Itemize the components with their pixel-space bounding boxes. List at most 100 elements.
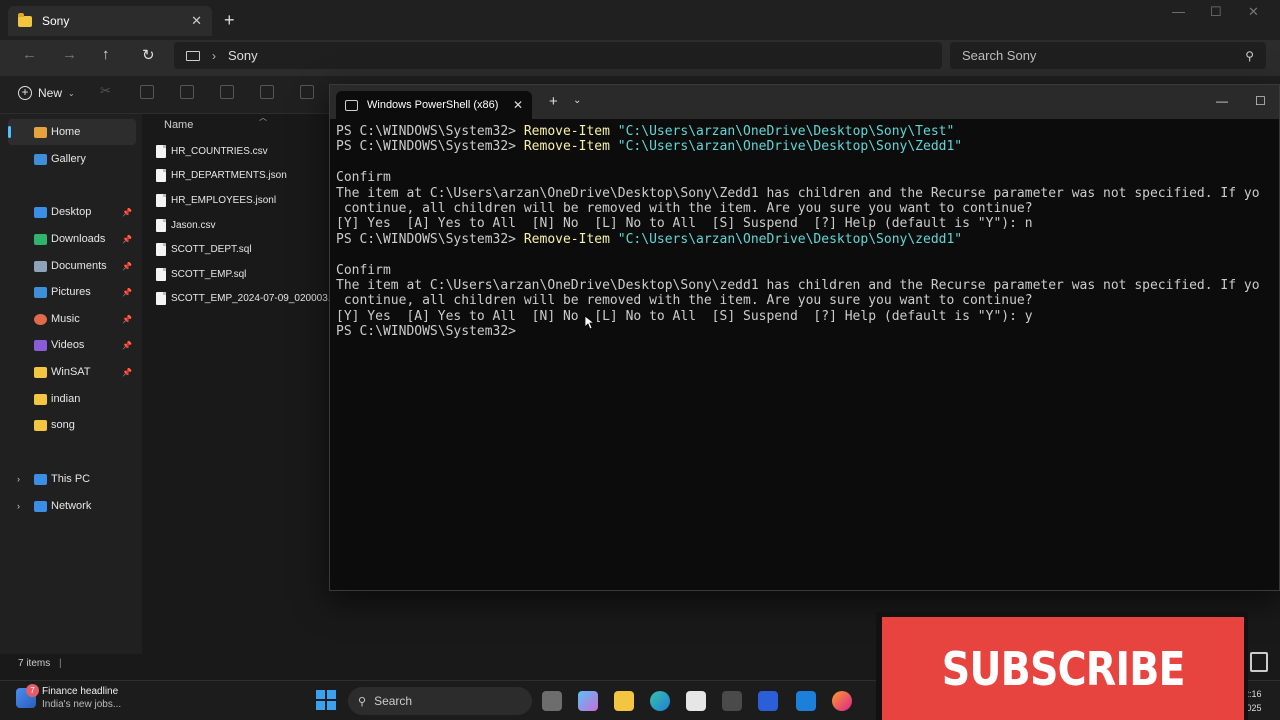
settings-icon[interactable] — [722, 691, 742, 711]
list-item[interactable]: SCOTT_EMP_2024-07-09_020003.csv — [156, 287, 346, 309]
list-item[interactable]: HR_EMPLOYEES.jsonl — [156, 189, 276, 211]
notification-center-icon[interactable] — [1250, 652, 1268, 672]
terminal-output[interactable]: PS C:\WINDOWS\System32> Remove-Item "C:\… — [336, 124, 1279, 339]
sidebar-item-label: Documents — [51, 260, 107, 272]
sidebar-item-downloads[interactable]: Downloads 📌 — [8, 226, 136, 252]
close-window-icon[interactable]: ✕ — [1248, 4, 1259, 20]
file-explorer-icon[interactable] — [614, 691, 634, 711]
paste-icon[interactable] — [180, 85, 194, 99]
file-name: SCOTT_DEPT.sql — [171, 243, 252, 255]
item-count: 7 items — [18, 658, 51, 669]
folder-icon — [34, 366, 47, 378]
minimize-icon[interactable]: — — [1216, 94, 1228, 108]
sidebar-item-indian[interactable]: indian — [8, 386, 136, 412]
list-item[interactable]: Jason.csv — [156, 214, 215, 236]
up-arrow-icon[interactable]: ↑ — [102, 46, 110, 63]
list-item[interactable]: SCOTT_DEPT.sql — [156, 238, 252, 260]
close-tab-icon[interactable]: ✕ — [513, 98, 523, 112]
navigation-pane: Home Gallery Desktop 📌 Downloads 📌 Docum… — [0, 114, 142, 654]
file-name: SCOTT_EMP_2024-07-09_020003.csv — [171, 292, 346, 304]
file-name: HR_EMPLOYEES.jsonl — [171, 194, 277, 206]
download-icon — [34, 233, 47, 245]
sidebar-item-pictures[interactable]: Pictures 📌 — [8, 279, 136, 305]
explorer-tab-title: Sony — [42, 14, 70, 28]
file-icon — [156, 218, 166, 232]
pin-icon: 📌 — [122, 207, 132, 217]
app-icon[interactable] — [758, 691, 778, 711]
list-item[interactable]: HR_COUNTRIES.csv — [156, 140, 268, 162]
taskbar-search[interactable]: ⚲ Search — [348, 687, 532, 715]
sidebar-item-desktop[interactable]: Desktop 📌 — [8, 199, 136, 225]
explorer-tab[interactable]: Sony ✕ — [8, 6, 212, 36]
start-button[interactable] — [316, 690, 336, 710]
sidebar-item-music[interactable]: Music 📌 — [8, 306, 136, 332]
edge-icon[interactable] — [650, 691, 670, 711]
sidebar-item-label: song — [51, 419, 75, 431]
list-item[interactable]: SCOTT_EMP.sql — [156, 263, 246, 285]
folder-icon — [18, 12, 32, 27]
sidebar-item-song[interactable]: song — [8, 412, 136, 438]
chevron-right-icon[interactable]: › — [17, 501, 20, 511]
minimize-icon[interactable]: — — [1172, 4, 1185, 19]
sidebar-item-home[interactable]: Home — [8, 119, 136, 145]
sidebar-item-network[interactable]: › Network — [8, 493, 136, 519]
new-tab-button[interactable]: + — [549, 93, 558, 110]
desktop: Sony ✕ + — ☐ ✕ ← → ↑ ↻ › Sony Search Son… — [0, 0, 1280, 720]
chevron-down-icon[interactable]: ⌄ — [573, 95, 581, 106]
chevron-right-icon[interactable]: › — [17, 474, 20, 484]
chevron-right-icon[interactable]: › — [212, 49, 216, 63]
file-icon — [156, 291, 166, 305]
widgets-icon: 7 — [16, 684, 39, 708]
delete-icon[interactable] — [300, 85, 314, 99]
outlook-icon[interactable] — [796, 691, 816, 711]
terminal-tab[interactable]: Windows PowerShell (x86) ✕ — [336, 91, 532, 119]
forward-arrow-icon[interactable]: → — [62, 46, 77, 63]
share-icon[interactable] — [260, 85, 274, 99]
close-tab-icon[interactable]: ✕ — [191, 13, 202, 29]
notification-badge: 7 — [26, 684, 39, 697]
back-arrow-icon[interactable]: ← — [22, 46, 37, 63]
desktop-icon — [34, 206, 47, 218]
address-bar[interactable]: › Sony — [174, 42, 942, 69]
sidebar-item-label: WinSAT — [51, 366, 91, 378]
sidebar-item-winsat[interactable]: WinSAT 📌 — [8, 359, 136, 385]
sidebar-item-videos[interactable]: Videos 📌 — [8, 332, 136, 358]
sidebar-item-label: Music — [51, 313, 80, 325]
task-view-icon[interactable] — [542, 691, 562, 711]
rename-icon[interactable] — [220, 85, 234, 99]
videos-icon — [34, 339, 47, 351]
firefox-icon[interactable] — [832, 691, 852, 711]
terminal-line: continue, all children will be removed w… — [336, 200, 1033, 216]
argument-text: "C:\Users\arzan\OneDrive\Desktop\Sony\Ze… — [609, 139, 963, 155]
prompt-text: PS C:\WINDOWS\System32> — [336, 231, 524, 247]
column-header-name[interactable]: Name — [164, 119, 193, 131]
argument-text: "C:\Users\arzan\OneDrive\Desktop\Sony\Te… — [609, 124, 955, 139]
list-item[interactable]: HR_DEPARTMENTS.json — [156, 164, 287, 186]
copilot-icon[interactable] — [578, 691, 598, 711]
subscribe-button[interactable]: SUBSCRIBE — [882, 617, 1244, 720]
search-input[interactable]: Search Sony ⚲ — [950, 42, 1266, 69]
file-icon — [156, 267, 166, 281]
selection-indicator — [8, 126, 11, 138]
file-name: SCOTT_EMP.sql — [171, 268, 247, 280]
store-icon[interactable] — [686, 691, 706, 711]
copy-icon[interactable] — [140, 85, 154, 99]
new-button[interactable]: + New ⌄ — [18, 86, 75, 100]
news-widget[interactable]: 7 Finance headline India's new jobs... — [16, 684, 121, 710]
sidebar-item-label: Downloads — [51, 233, 106, 245]
file-list: ︿ Name HR_COUNTRIES.csv HR_DEPARTMENTS.j… — [142, 113, 346, 654]
refresh-icon[interactable]: ↻ — [142, 46, 155, 64]
maximize-icon[interactable]: ☐ — [1210, 4, 1222, 20]
sidebar-item-gallery[interactable]: Gallery — [8, 146, 136, 172]
maximize-icon[interactable]: ☐ — [1255, 94, 1266, 108]
sidebar-item-documents[interactable]: Documents 📌 — [8, 253, 136, 279]
documents-icon — [34, 260, 47, 272]
prompt-text: PS C:\WINDOWS\System32> — [336, 124, 524, 139]
sidebar-item-this-pc[interactable]: › This PC — [8, 466, 136, 492]
pin-icon: 📌 — [122, 340, 132, 350]
taskbar-search-label: Search — [374, 694, 413, 708]
prompt-text: PS C:\WINDOWS\System32> — [336, 139, 524, 155]
cut-icon[interactable]: ✂ — [100, 83, 114, 98]
breadcrumb-sony[interactable]: Sony — [228, 48, 258, 63]
new-tab-button[interactable]: + — [224, 10, 235, 31]
